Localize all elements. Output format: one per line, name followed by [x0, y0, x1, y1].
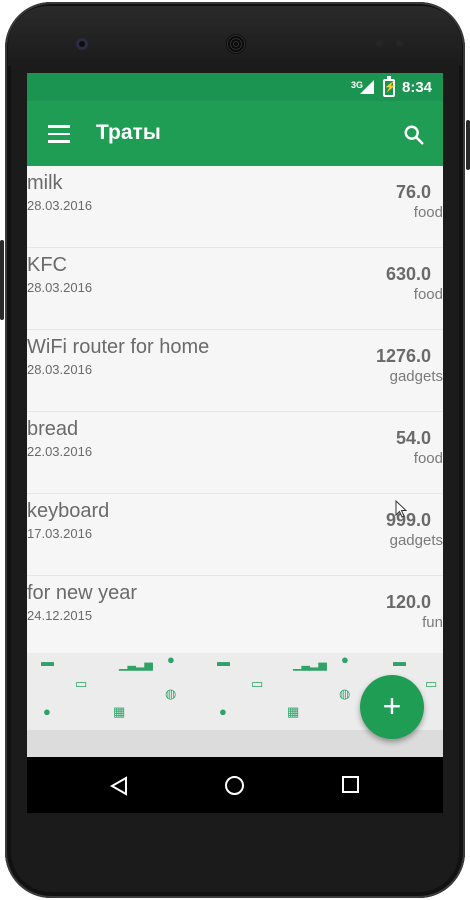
money-stack-icon: ▬ — [393, 654, 406, 669]
expense-item[interactable]: bread 22.03.2016 54.0 food — [27, 412, 443, 494]
status-bar: 3G ⚡ 8:34 — [27, 73, 443, 101]
money-bag-icon: ● — [341, 652, 349, 667]
proximity-sensor — [376, 40, 383, 47]
bar-chart-icon: ▁▃▂▅ — [293, 659, 327, 671]
money-bag-icon: ● — [167, 652, 175, 667]
expense-amount: 76.0 — [395, 182, 431, 202]
recent-apps-icon[interactable] — [342, 776, 359, 793]
expense-name: KFC — [27, 254, 67, 276]
expense-category: food — [413, 286, 443, 303]
mouse-cursor-icon — [395, 500, 407, 518]
status-time: 8:34 — [402, 79, 433, 96]
bar-chart-icon: ▁▃▂▅ — [119, 659, 153, 671]
expense-category: gadgets — [389, 368, 443, 385]
expense-item[interactable]: WiFi router for home 28.03.2016 1276.0 g… — [27, 330, 443, 412]
expense-name: WiFi router for home — [27, 336, 210, 358]
expense-name: milk — [27, 172, 63, 194]
app-title: Траты — [96, 121, 161, 144]
expense-date: 24.12.2015 — [27, 608, 93, 623]
expense-amount: 999.0 — [385, 510, 431, 530]
calculator-icon: ▦ — [287, 704, 300, 719]
hamburger-menu-icon[interactable] — [48, 125, 70, 143]
expense-category: food — [413, 204, 443, 221]
expense-item[interactable]: KFC 28.03.2016 630.0 food — [27, 248, 443, 330]
expense-list: milk 28.03.2016 76.0 food KFC 28.03.2016… — [27, 166, 443, 658]
expense-date: 28.03.2016 — [27, 280, 93, 295]
signal-icon — [360, 80, 374, 94]
expense-date: 22.03.2016 — [27, 444, 93, 459]
wallet-icon: ▭ — [75, 676, 88, 691]
money-stack-icon: ▬ — [217, 654, 230, 669]
volume-button — [466, 120, 470, 170]
piggy-bank-icon: ◍ — [339, 686, 351, 701]
expense-amount: 1276.0 — [375, 346, 431, 366]
front-camera — [76, 38, 88, 50]
expense-amount: 54.0 — [395, 428, 431, 448]
battery-icon: ⚡ — [383, 76, 396, 97]
back-icon[interactable] — [110, 776, 128, 796]
money-bag-icon: ● — [43, 704, 51, 719]
money-stack-icon: ▬ — [41, 654, 54, 669]
earpiece-speaker — [226, 34, 246, 54]
expense-name: keyboard — [27, 500, 110, 522]
device-frame: 3G ⚡ 8:34 Траты milk 28.03.2016 76.0 foo… — [0, 0, 470, 900]
search-icon[interactable] — [403, 124, 425, 146]
app-bar: Траты — [27, 101, 443, 166]
money-bag-icon: ● — [219, 704, 227, 719]
expense-date: 28.03.2016 — [27, 198, 93, 213]
expense-item[interactable]: milk 28.03.2016 76.0 food — [27, 166, 443, 248]
piggy-bank-icon: ◍ — [165, 686, 177, 701]
expense-category: food — [413, 450, 443, 467]
calculator-icon: ▦ — [113, 704, 126, 719]
expense-amount: 120.0 — [385, 592, 431, 612]
expense-item[interactable]: for new year 24.12.2015 120.0 fun — [27, 576, 443, 658]
power-button — [0, 240, 4, 320]
plus-icon: + — [382, 688, 402, 724]
navigation-bar — [27, 757, 443, 813]
wallet-icon: ▭ — [425, 676, 438, 691]
expense-name: bread — [27, 418, 79, 440]
expense-item[interactable]: keyboard 17.03.2016 999.0 gadgets — [27, 494, 443, 576]
expense-category: fun — [422, 614, 443, 631]
expense-date: 17.03.2016 — [27, 526, 93, 541]
light-sensor — [396, 40, 403, 47]
expense-amount: 630.0 — [385, 264, 431, 284]
screen: 3G ⚡ 8:34 Траты milk 28.03.2016 76.0 foo… — [27, 73, 443, 813]
expense-name: for new year — [27, 582, 138, 604]
wallet-icon: ▭ — [251, 676, 264, 691]
expense-category: gadgets — [389, 532, 443, 549]
add-expense-button[interactable]: + — [360, 675, 424, 739]
home-icon[interactable] — [225, 776, 244, 795]
expense-date: 28.03.2016 — [27, 362, 93, 377]
